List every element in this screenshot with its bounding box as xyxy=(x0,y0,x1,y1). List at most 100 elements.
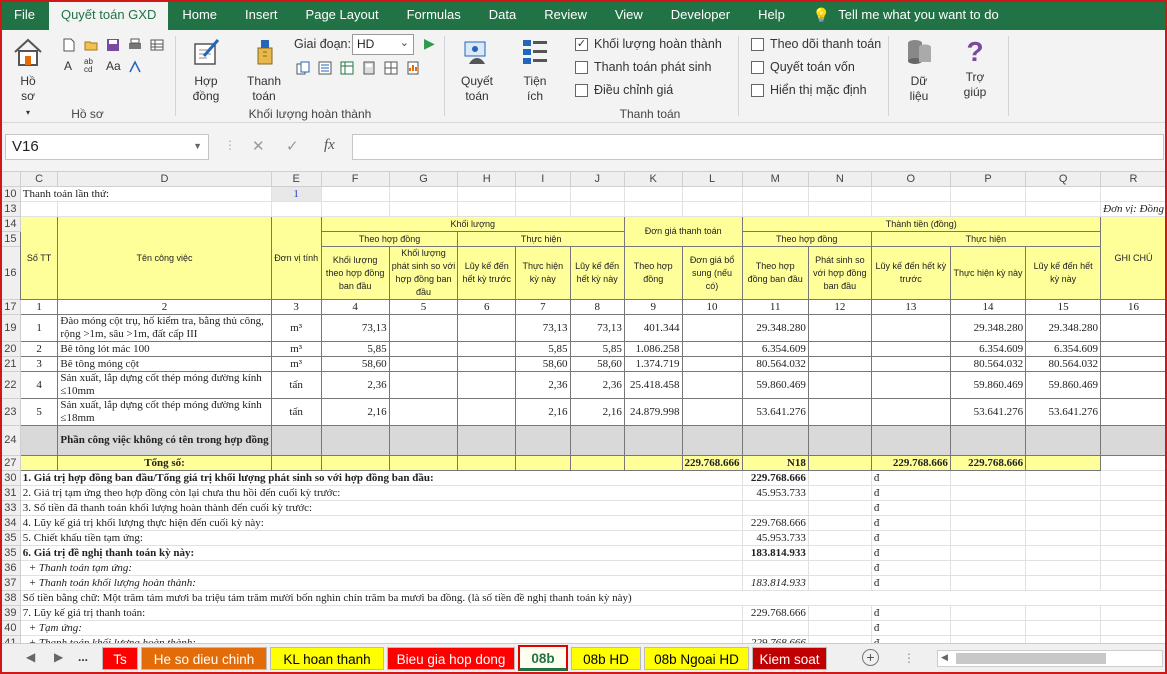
column-header[interactable]: O xyxy=(870,171,951,187)
item-th-ky[interactable]: 2,36 xyxy=(515,371,571,399)
item-tt-lk[interactable]: 80.564.032 xyxy=(1025,356,1102,372)
sheet-tab-bieu-gia-hop-dong[interactable]: Bieu gia hop dong xyxy=(387,647,515,670)
item-unit[interactable]: tấn xyxy=(270,371,322,399)
row-header[interactable]: 35 xyxy=(0,545,21,561)
summary-text[interactable]: 1. Giá trị hợp đồng ban đầu/Tổng giá trị… xyxy=(19,470,743,486)
index-cell[interactable]: 4 xyxy=(320,299,390,315)
row-header[interactable]: 17 xyxy=(0,299,21,315)
item-tt-ky[interactable]: 59.860.469 xyxy=(949,371,1027,399)
item-kl-hd[interactable]: 2,16 xyxy=(320,398,390,426)
checkbox-checks2-1[interactable]: Quyết toán vốn xyxy=(751,60,855,74)
row-header[interactable]: 40 xyxy=(0,620,21,636)
summary-value[interactable] xyxy=(741,620,809,636)
checkbox-box[interactable] xyxy=(751,83,764,97)
add-sheet-icon[interactable]: + xyxy=(862,649,879,666)
item-name[interactable]: Sản xuất, lắp dựng cốt thép móng đường k… xyxy=(57,398,272,426)
summary-value[interactable] xyxy=(741,500,809,516)
quyet-toan-button[interactable]: Quyết toán xyxy=(455,36,499,104)
summary-value[interactable]: 45.953.733 xyxy=(741,530,809,546)
menu-tab-developer[interactable]: Developer xyxy=(657,0,744,30)
sheet-tab-08b[interactable]: 08b xyxy=(518,645,568,671)
total-tt-hd[interactable]: 229.768.666 xyxy=(681,455,743,471)
item-tt-hd[interactable]: 59.860.469 xyxy=(741,371,809,399)
item-name[interactable]: Sản xuất, lắp dựng cốt thép móng đường k… xyxy=(57,371,272,399)
index-cell[interactable]: 11 xyxy=(741,299,809,315)
abc-icon[interactable]: ab cd xyxy=(84,58,93,74)
play-icon[interactable]: ▶ xyxy=(424,35,435,52)
column-header[interactable]: Q xyxy=(1025,171,1102,187)
summary-text[interactable]: 5. Chiết khấu tiền tạm ứng: xyxy=(19,530,743,546)
item-tt-ky[interactable]: 80.564.032 xyxy=(949,356,1027,372)
item-kl-hd[interactable]: 5,85 xyxy=(320,341,390,357)
row-header[interactable]: 36 xyxy=(0,560,21,576)
menu-tab-help[interactable]: Help xyxy=(744,0,799,30)
item-tt-lk[interactable]: 59.860.469 xyxy=(1025,371,1102,399)
item-don-gia[interactable]: 1.374.719 xyxy=(623,356,683,372)
summary-value[interactable]: 229.768.666 xyxy=(741,635,809,643)
item-stt[interactable]: 3 xyxy=(19,356,59,372)
checkbox-checks2-0[interactable]: Theo dõi thanh toán xyxy=(751,37,881,51)
summary-text[interactable]: 2. Giá trị tạm ứng theo hợp đồng còn lại… xyxy=(19,485,743,501)
sheet-tab-08b-ngoai-hd[interactable]: 08b Ngoai HD xyxy=(644,647,749,670)
fix-font-icon[interactable] xyxy=(128,60,142,74)
item-tt-hd[interactable]: 29.348.280 xyxy=(741,314,809,342)
checkbox-box[interactable] xyxy=(575,60,588,74)
checkbox-box[interactable] xyxy=(575,83,588,97)
insert-function-icon[interactable]: fx xyxy=(324,137,335,154)
sheet-tab-kiem-soat[interactable]: Kiem soat xyxy=(752,647,827,670)
summary-value[interactable]: 229.768.666 xyxy=(741,515,809,531)
row-header[interactable]: 41 xyxy=(0,635,21,643)
item-don-gia[interactable]: 25.418.458 xyxy=(623,371,683,399)
tell-me-search[interactable]: 💡 Tell me what you want to do xyxy=(799,0,1013,30)
sheet-tab-08b-hd[interactable]: 08b HD xyxy=(571,647,641,670)
item-stt[interactable]: 2 xyxy=(19,341,59,357)
calc-icon[interactable] xyxy=(362,61,376,75)
menu-tab-page-layout[interactable]: Page Layout xyxy=(292,0,393,30)
index-cell[interactable]: 7 xyxy=(515,299,571,315)
tro-giup-button[interactable]: ? Trợ giúp xyxy=(953,36,997,100)
scroll-thumb[interactable] xyxy=(956,653,1106,664)
change-case-icon[interactable]: Aa xyxy=(106,59,121,73)
summary-value[interactable]: 229.768.666 xyxy=(741,470,809,486)
payment-round-value[interactable]: 1 xyxy=(270,186,322,202)
row-header[interactable]: 31 xyxy=(0,485,21,501)
item-lk-het[interactable]: 2,36 xyxy=(569,371,625,399)
item-don-gia[interactable]: 1.086.258 xyxy=(623,341,683,357)
index-cell[interactable]: 10 xyxy=(681,299,743,315)
worksheet-grid[interactable]: C D E F G H I J K L M N O P Q R 10 Thanh toán lần thứ: 1 13… xyxy=(0,171,1167,643)
item-kl-hd[interactable]: 58,60 xyxy=(320,356,390,372)
item-th-ky[interactable]: 2,16 xyxy=(515,398,571,426)
column-header[interactable]: I xyxy=(515,171,571,187)
index-cell[interactable]: 8 xyxy=(569,299,625,315)
row-header[interactable]: 20 xyxy=(0,341,21,357)
list-icon[interactable] xyxy=(318,61,332,75)
item-tt-hd[interactable]: 53.641.276 xyxy=(741,398,809,426)
column-header[interactable]: L xyxy=(681,171,743,187)
row-header[interactable]: 22 xyxy=(0,371,21,399)
formula-input[interactable] xyxy=(352,134,1164,160)
checkbox-box[interactable] xyxy=(751,37,764,51)
item-th-ky[interactable]: 58,60 xyxy=(515,356,571,372)
item-name[interactable]: Bê tông lót mác 100 xyxy=(57,341,272,357)
item-stt[interactable]: 5 xyxy=(19,398,59,426)
open-folder-icon[interactable] xyxy=(84,38,98,52)
item-th-ky[interactable]: 5,85 xyxy=(515,341,571,357)
checkbox-checks1-1[interactable]: Thanh toán phát sinh xyxy=(575,60,711,74)
sheet-table[interactable]: C D E F G H I J K L M N O P Q R 10 Thanh toán lần thứ: 1 13… xyxy=(0,171,1167,643)
index-cell[interactable]: 3 xyxy=(270,299,322,315)
total-tt-ky[interactable]: 229.768.666 xyxy=(870,455,951,471)
column-header[interactable]: E xyxy=(270,171,322,187)
row-header[interactable]: 10 xyxy=(0,186,21,202)
item-unit[interactable]: m³ xyxy=(270,314,322,342)
column-header[interactable]: M xyxy=(741,171,809,187)
index-cell[interactable]: 12 xyxy=(807,299,872,315)
menu-tab-quyết-toán-gxd[interactable]: Quyết toán GXD xyxy=(48,2,169,30)
row-header[interactable]: 37 xyxy=(0,575,21,591)
summary-text[interactable]: + Thanh toán tạm ứng: xyxy=(19,560,743,576)
row-header[interactable]: 33 xyxy=(0,500,21,516)
menu-tab-file[interactable]: File xyxy=(0,0,49,30)
select-all-corner[interactable] xyxy=(0,171,21,187)
summary-text[interactable]: 7. Lũy kế giá trị thanh toán: xyxy=(19,605,743,621)
tab-next-icon[interactable]: ▶ xyxy=(54,650,63,664)
item-lk-het[interactable]: 58,60 xyxy=(569,356,625,372)
